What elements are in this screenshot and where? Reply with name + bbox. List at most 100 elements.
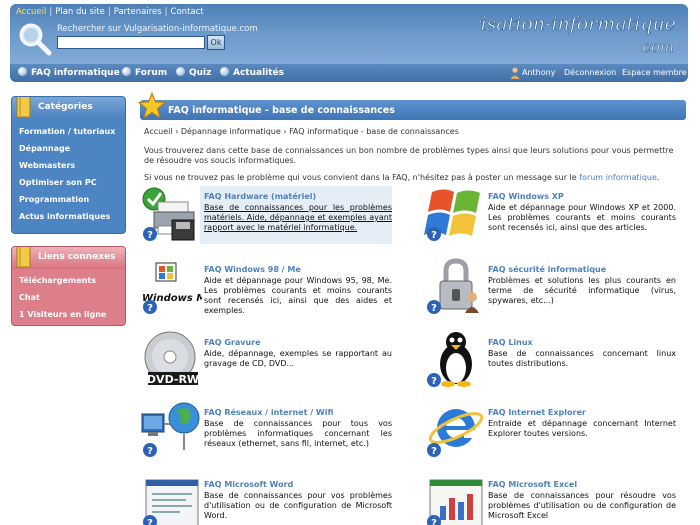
search-input[interactable] bbox=[57, 36, 205, 49]
top-link-sitemap[interactable]: Plan du site bbox=[55, 7, 105, 17]
site-header: Accueil | Plan du site | Partenaires | Contact… bbox=[10, 4, 688, 82]
top-link-partners[interactable]: Partenaires bbox=[114, 7, 162, 17]
faq-title[interactable]: FAQ sécurité informatique bbox=[488, 265, 606, 274]
member-space-link[interactable]: Espace membre bbox=[622, 68, 687, 77]
related-links-title: Liens connexes bbox=[38, 252, 116, 262]
faq-description: Base de connaissances pour vos problèmes… bbox=[204, 491, 392, 520]
nav-bullet-icon bbox=[18, 67, 27, 76]
site-logo[interactable]: Vulgarisation-informatique .com bbox=[480, 8, 680, 58]
nav-quiz[interactable]: Quiz bbox=[176, 67, 211, 78]
faq-windows-xp[interactable]: ? FAQ Windows XP Aide et dépannage pour … bbox=[424, 184, 686, 246]
faq-burning[interactable]: DVD-RW FAQ Gravure Aide, dépannage, exem… bbox=[140, 330, 394, 392]
categories-box: Catégories Formation / tutoriaux Dépanna… bbox=[11, 96, 126, 234]
svg-text:?: ? bbox=[147, 446, 153, 457]
faq-title[interactable]: FAQ Microsoft Excel bbox=[488, 480, 577, 489]
faq-description: Base de connaissances concernant linux t… bbox=[488, 349, 676, 368]
faq-security[interactable]: ? FAQ sécurité informatique Problèmes et… bbox=[424, 257, 686, 319]
faq-title[interactable]: FAQ Windows XP bbox=[488, 192, 564, 201]
faq-microsoft-word[interactable]: ? FAQ Microsoft Word Base de connaissanc… bbox=[140, 472, 394, 525]
faq-description: Aide, dépannage, exemples se rapportant … bbox=[204, 349, 392, 368]
search-button[interactable]: Ok bbox=[207, 35, 225, 50]
network-globe-icon: ? bbox=[141, 402, 200, 457]
faq-networks[interactable]: ? FAQ Réseaux / internet / Wifi Base de … bbox=[140, 400, 394, 462]
top-link-home[interactable]: Accueil bbox=[16, 7, 46, 17]
nav-bullet-icon bbox=[176, 67, 185, 76]
faq-title[interactable]: FAQ Microsoft Word bbox=[204, 480, 293, 489]
sidebar-item-downloads[interactable]: Téléchargements bbox=[19, 276, 96, 285]
related-links-box: Liens connexes Téléchargements Chat 1 Vi… bbox=[11, 246, 126, 326]
sidebar-item-optimize-pc[interactable]: Optimiser son PC bbox=[19, 178, 97, 187]
forum-link[interactable]: forum informatique bbox=[579, 173, 657, 182]
svg-text:Vulgarisation-informatique: Vulgarisation-informatique bbox=[480, 13, 676, 35]
faq-microsoft-excel[interactable]: ? FAQ Microsoft Excel Base de connaissan… bbox=[424, 472, 686, 525]
intro-text: Si vous ne trouvez pas le problème qui v… bbox=[144, 173, 580, 182]
padlock-icon: ? bbox=[427, 258, 479, 314]
faq-windows-98-me[interactable]: Windows Me ? FAQ Windows 98 / Me Aide et… bbox=[140, 257, 394, 319]
nav-faq[interactable]: FAQ informatique bbox=[18, 67, 120, 78]
windows-xp-icon: ? bbox=[424, 189, 480, 241]
svg-text:?: ? bbox=[431, 230, 437, 241]
page-title: FAQ informatique - base de connaissances bbox=[168, 105, 395, 116]
categories-header: Catégories bbox=[12, 97, 125, 119]
faq-description: Aide et dépannage pour Windows XP et 200… bbox=[488, 203, 676, 232]
page-title-bar: FAQ informatique - base de connaissances bbox=[140, 100, 686, 120]
word-document-icon: ? bbox=[143, 479, 199, 525]
sidebar-item-programming[interactable]: Programmation bbox=[19, 195, 89, 204]
faq-description: Aide et dépannage pour Windows 95, 98, M… bbox=[204, 276, 392, 315]
faq-title[interactable]: FAQ Réseaux / internet / Wifi bbox=[204, 408, 333, 417]
faq-internet-explorer[interactable]: ? FAQ Internet Explorer Entraide et dépa… bbox=[424, 400, 686, 462]
internet-explorer-icon: ? bbox=[427, 409, 484, 457]
faq-title[interactable]: FAQ Internet Explorer bbox=[488, 408, 586, 417]
nav-bullet-icon bbox=[220, 67, 229, 76]
logout-link[interactable]: Déconnexion bbox=[564, 68, 616, 77]
svg-text:?: ? bbox=[147, 303, 153, 314]
breadcrumb: Accueil › Dépannage informatique › FAQ i… bbox=[144, 127, 459, 136]
sidebar-item-chat[interactable]: Chat bbox=[19, 293, 40, 302]
nav-news[interactable]: Actualités bbox=[220, 67, 284, 78]
faq-title[interactable]: FAQ Hardware (matériel) bbox=[204, 192, 316, 201]
sidebar-item-webmasters[interactable]: Webmasters bbox=[19, 161, 75, 170]
magnifier-icon bbox=[19, 23, 52, 56]
svg-text:?: ? bbox=[431, 518, 437, 525]
faq-linux[interactable]: ? FAQ Linux Base de connaissances concer… bbox=[424, 330, 686, 392]
main-nav: FAQ informatique Forum Quiz Actualités A… bbox=[10, 64, 688, 82]
excel-sheet-icon: ? bbox=[427, 479, 483, 525]
faq-title[interactable]: FAQ Windows 98 / Me bbox=[204, 265, 301, 274]
star-icon bbox=[138, 92, 166, 120]
top-links: Accueil | Plan du site | Partenaires | Contact bbox=[16, 7, 204, 17]
faq-title[interactable]: FAQ Gravure bbox=[204, 338, 261, 347]
svg-text:?: ? bbox=[431, 446, 437, 457]
svg-text:?: ? bbox=[431, 303, 437, 314]
book-icon bbox=[16, 97, 31, 118]
faq-description: Base de connaissances pour résoudre vos … bbox=[488, 491, 676, 520]
windows-me-icon: Windows Me ? bbox=[142, 262, 202, 314]
top-link-contact[interactable]: Contact bbox=[171, 7, 204, 17]
svg-text:DVD-RW: DVD-RW bbox=[147, 373, 199, 386]
faq-hardware[interactable]: ? FAQ Hardware (matériel) Base de connai… bbox=[140, 184, 394, 246]
search-label: Rechercher sur Vulgarisation-informatiqu… bbox=[57, 24, 258, 34]
user-icon bbox=[510, 67, 520, 79]
svg-text:.com: .com bbox=[638, 38, 674, 56]
cd-rw-icon: DVD-RW bbox=[144, 331, 199, 386]
svg-text:?: ? bbox=[147, 230, 153, 241]
printer-icon: ? bbox=[142, 187, 195, 241]
intro-paragraph: Vous trouverez dans cette base de connai… bbox=[144, 146, 674, 165]
sidebar-item-visitors[interactable]: 1 Visiteurs en ligne bbox=[19, 310, 106, 319]
faq-description: Entraide et dépannage concernant Interne… bbox=[488, 419, 676, 438]
intro-forum-paragraph: Si vous ne trouvez pas le problème qui v… bbox=[144, 173, 684, 183]
user-link[interactable]: Anthony bbox=[522, 68, 555, 77]
faq-description: Problèmes et solutions les plus courants… bbox=[488, 276, 676, 305]
related-links-header: Liens connexes bbox=[12, 247, 125, 269]
categories-title: Catégories bbox=[38, 102, 93, 112]
sidebar-item-troubleshooting[interactable]: Dépannage bbox=[19, 144, 70, 153]
faq-title[interactable]: FAQ Linux bbox=[488, 338, 533, 347]
svg-text:?: ? bbox=[147, 518, 153, 525]
svg-text:?: ? bbox=[431, 376, 437, 387]
faq-description: Base de connaissances pour les problèmes… bbox=[204, 203, 392, 232]
faq-description: Base de connaissances pour tous vos prob… bbox=[204, 419, 392, 448]
sidebar-item-training[interactable]: Formation / tutoriaux bbox=[19, 127, 115, 136]
nav-forum[interactable]: Forum bbox=[122, 67, 167, 78]
intro-text-end: . bbox=[656, 173, 660, 182]
book-icon bbox=[16, 247, 31, 268]
sidebar-item-news[interactable]: Actus informatiques bbox=[19, 212, 110, 221]
